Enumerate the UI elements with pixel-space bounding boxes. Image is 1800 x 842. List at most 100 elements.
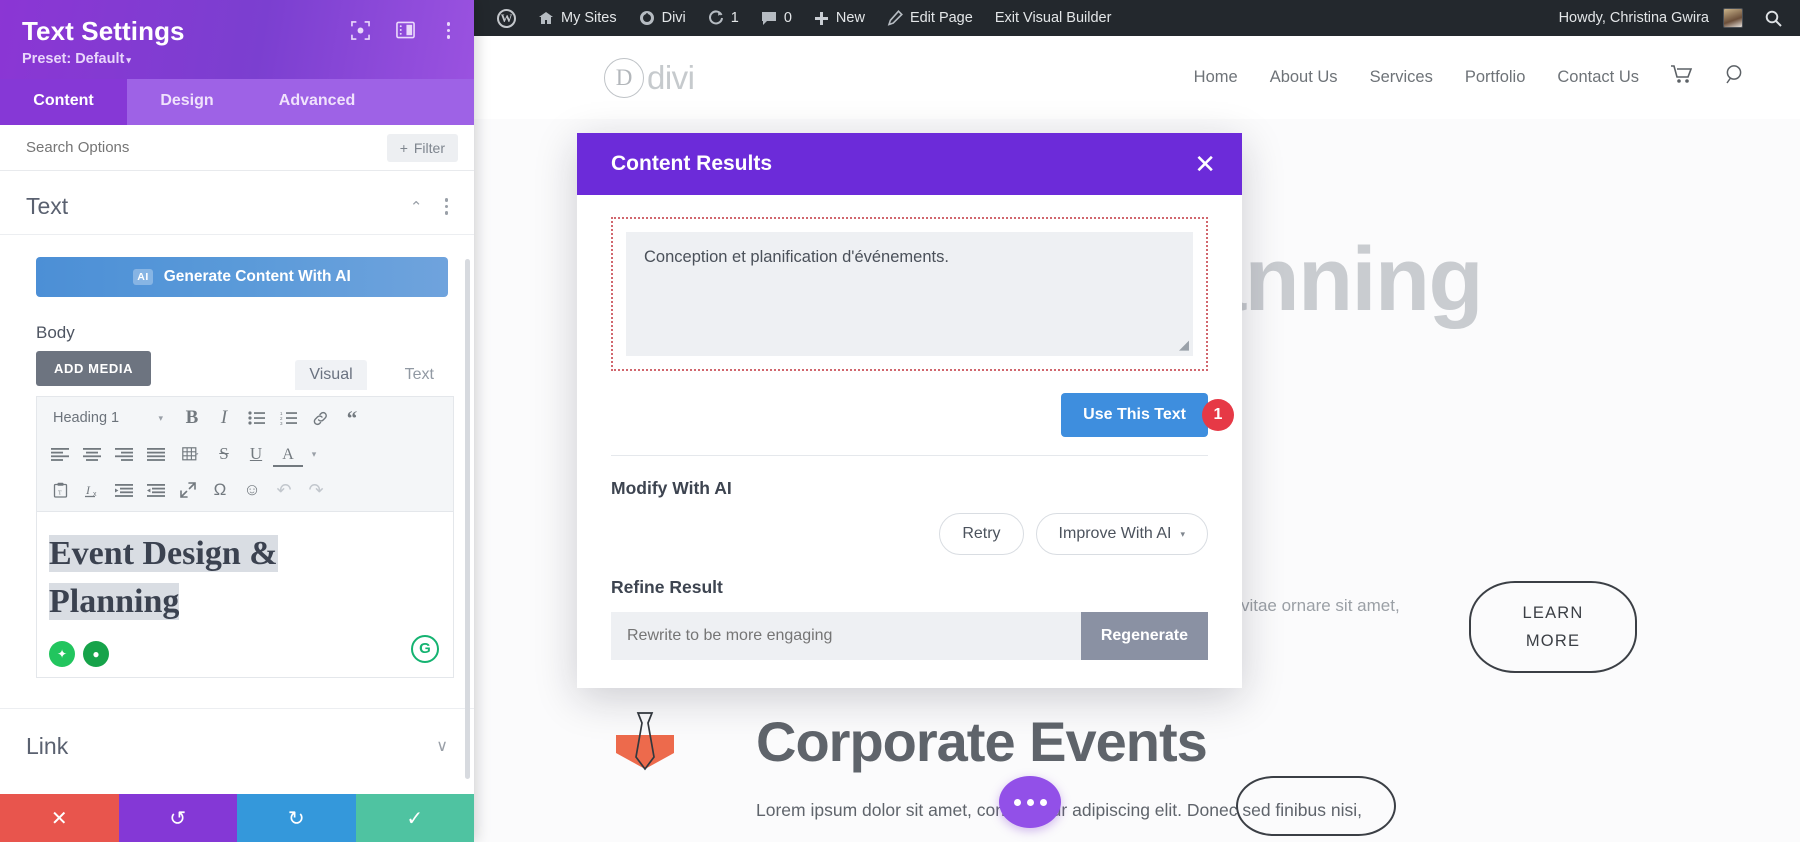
nav-portfolio[interactable]: Portfolio <box>1465 68 1526 87</box>
numbered-list-icon[interactable]: 123 <box>273 404 303 432</box>
grammarly-icon[interactable]: G <box>411 634 439 663</box>
editor-heading: Event Design & Planning <box>49 530 437 627</box>
strikethrough-icon[interactable]: S <box>209 440 239 468</box>
align-justify-icon[interactable] <box>141 440 171 468</box>
regenerate-button[interactable]: Regenerate <box>1080 612 1208 660</box>
align-center-icon[interactable] <box>77 440 107 468</box>
content-results-modal: Content Results ✕ Conception et planific… <box>577 133 1242 688</box>
special-character-icon[interactable]: Ω <box>205 476 235 504</box>
layout-icon[interactable] <box>395 21 415 39</box>
result-textarea[interactable]: Conception et planification d'événements… <box>626 232 1193 356</box>
use-this-text-button[interactable]: Use This Text <box>1061 393 1208 437</box>
wp-admin-bar: W My Sites Divi 1 0 New Edit Page Exit V… <box>474 0 1800 36</box>
search-input[interactable] <box>26 139 387 156</box>
tie-icon <box>614 709 676 793</box>
add-media-button[interactable]: ADD MEDIA <box>36 351 152 386</box>
blockquote-icon[interactable]: “ <box>337 404 367 432</box>
undo-icon[interactable]: ↶ <box>269 476 299 504</box>
search-icon[interactable] <box>1725 64 1746 91</box>
admin-bar-howdy[interactable]: Howdy, Christina Gwira <box>1548 0 1754 36</box>
admin-bar-new[interactable]: New <box>803 0 876 36</box>
wp-logo-letter: W <box>497 8 516 28</box>
save-button[interactable]: ✓ <box>355 794 474 842</box>
plus-icon: + <box>399 139 408 156</box>
admin-bar-updates[interactable]: 1 <box>697 0 750 36</box>
cancel-button[interactable]: ✕ <box>0 794 119 842</box>
nav-services[interactable]: Services <box>1370 68 1433 87</box>
secondary-pill-button[interactable] <box>1236 775 1396 836</box>
more-icon[interactable] <box>441 20 457 41</box>
format-select[interactable]: Heading 1 ▾ <box>45 404 169 432</box>
admin-bar-my-sites[interactable]: My Sites <box>527 0 628 36</box>
wp-logo-icon[interactable]: W <box>486 0 527 36</box>
admin-bar-edit-page[interactable]: Edit Page <box>876 0 984 36</box>
link-icon[interactable] <box>305 404 335 432</box>
redo-icon[interactable]: ↷ <box>301 476 331 504</box>
close-icon[interactable]: ✕ <box>1194 151 1216 177</box>
grammarly-plugin-icon[interactable]: ● <box>83 640 109 667</box>
filter-button[interactable]: + Filter <box>386 133 458 162</box>
admin-bar-search[interactable] <box>1754 0 1800 36</box>
nav-contact-us[interactable]: Contact Us <box>1557 68 1639 87</box>
tab-advanced[interactable]: Advanced <box>247 79 387 125</box>
learn-more-line1: LEARN <box>1522 603 1584 622</box>
cart-icon[interactable] <box>1671 65 1693 90</box>
divi-label: Divi <box>661 10 686 26</box>
tab-design[interactable]: Design <box>127 79 247 125</box>
refine-input-row: Regenerate <box>611 612 1208 660</box>
outdent-icon[interactable] <box>109 476 139 504</box>
chevron-down-icon[interactable]: ▾ <box>305 440 323 468</box>
admin-bar-exit-visual-builder[interactable]: Exit Visual Builder <box>984 0 1123 36</box>
edit-page-label: Edit Page <box>909 10 973 26</box>
indent-icon[interactable] <box>141 476 171 504</box>
result-text: Conception et planification d'événements… <box>644 248 949 266</box>
chevron-down-icon: ▾ <box>1180 528 1185 539</box>
generate-content-with-ai-button[interactable]: AI Generate Content With AI <box>36 257 448 297</box>
undo-button[interactable]: ↺ <box>118 794 237 842</box>
learn-more-button[interactable]: LEARN MORE <box>1469 581 1637 673</box>
bulleted-list-icon[interactable] <box>241 404 271 432</box>
text-color-icon[interactable]: A <box>273 445 303 467</box>
nav-about-us[interactable]: About Us <box>1270 68 1338 87</box>
sites-icon <box>539 11 553 24</box>
link-section-header[interactable]: Link ∨ <box>0 707 474 784</box>
refine-input[interactable] <box>611 612 1081 660</box>
chevron-up-icon[interactable]: ⌃ <box>410 198 423 216</box>
section-more-icon[interactable] <box>439 196 455 217</box>
svg-text:T: T <box>58 491 62 497</box>
modify-buttons-row: Retry Improve With AI ▾ <box>611 513 1208 555</box>
admin-bar-divi[interactable]: Divi <box>628 0 697 36</box>
more-options-icon[interactable] <box>999 776 1061 828</box>
redo-button[interactable]: ↻ <box>237 794 356 842</box>
preset-selector[interactable]: Preset: Default ▾ <box>22 51 452 67</box>
focus-icon[interactable] <box>350 20 370 40</box>
panel-scrollbar[interactable] <box>465 259 470 779</box>
tab-content[interactable]: Content <box>0 79 127 125</box>
retry-button[interactable]: Retry <box>939 513 1024 555</box>
site-logo[interactable]: D divi <box>604 57 695 98</box>
nav-home[interactable]: Home <box>1194 68 1238 87</box>
bold-icon[interactable]: B <box>177 404 207 432</box>
table-icon[interactable] <box>173 440 207 468</box>
clear-formatting-icon[interactable]: Ix <box>77 476 107 504</box>
resize-handle-icon[interactable]: ◢ <box>1179 337 1189 353</box>
tab-visual[interactable]: Visual <box>295 360 367 390</box>
search-options-row: + Filter <box>0 125 474 171</box>
wp-editor: Visual Text Heading 1 ▾ B I 1 2 3 “ S U … <box>36 360 454 678</box>
text-settings-panel: Text Settings Preset: Default ▾ Content D… <box>0 0 474 842</box>
divi-icon <box>639 11 654 25</box>
paste-as-text-icon[interactable]: T <box>45 476 75 504</box>
align-right-icon[interactable] <box>109 440 139 468</box>
improve-with-ai-button[interactable]: Improve With AI ▾ <box>1035 513 1208 555</box>
settings-panel-header: Text Settings Preset: Default ▾ <box>0 0 474 79</box>
admin-bar-comments[interactable]: 0 <box>750 0 803 36</box>
my-sites-label: My Sites <box>561 10 617 26</box>
spellcheck-icon[interactable]: ✦ <box>49 640 75 667</box>
underline-icon[interactable]: U <box>241 440 271 468</box>
editor-content-area[interactable]: Event Design & Planning ✦ ● G <box>36 511 454 678</box>
emoji-icon[interactable]: ☺ <box>237 476 267 504</box>
italic-icon[interactable]: I <box>209 404 239 432</box>
tab-text[interactable]: Text <box>391 360 448 390</box>
fullscreen-icon[interactable] <box>173 476 203 504</box>
align-left-icon[interactable] <box>45 440 75 468</box>
